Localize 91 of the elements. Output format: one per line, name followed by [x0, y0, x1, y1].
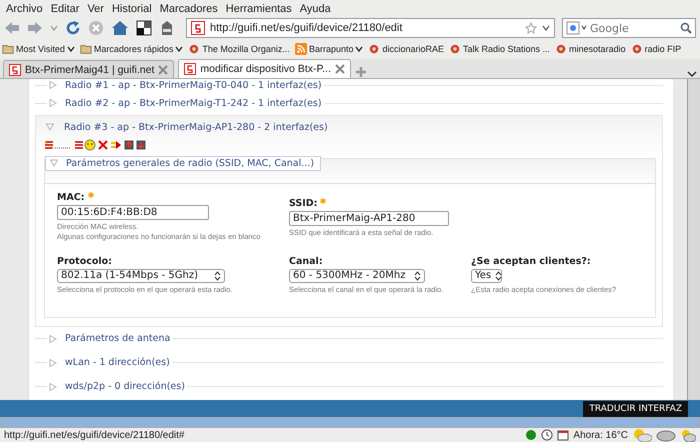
url-text: http://guifi.net/es/guifi/device/21180/edit: [210, 22, 402, 34]
expand-triangle-icon[interactable]: [49, 334, 57, 342]
fieldset-legend[interactable]: Parámetros generales de radio (SSID, MAC, Canal...): [45, 156, 322, 170]
section-toggle-link[interactable]: Radio #3 - ap - Btx-PrimerMaig-AP1-280 - 2 interfaz(es): [64, 122, 330, 132]
search-input[interactable]: Google: [590, 22, 678, 34]
folder-icon: [80, 43, 92, 55]
field-label: SSID:: [289, 198, 318, 208]
bookmark-item[interactable]: Talk Radio Stations ...: [449, 43, 550, 55]
text-field[interactable]: Btx-PrimerMaig-AP1-280: [289, 210, 449, 226]
menu-item[interactable]: Marcadores: [156, 2, 222, 14]
site-icon: [188, 43, 200, 55]
spinner-arrows-icon: [495, 270, 502, 280]
weather-text: Ahora: 16°C: [573, 430, 628, 440]
menu-item[interactable]: Editar: [46, 2, 84, 14]
bookmark-item[interactable]: minesotaradio: [555, 43, 626, 55]
move-arrow-icon[interactable]: [110, 140, 122, 150]
menu-item[interactable]: Archivo: [2, 2, 47, 14]
vertical-scrollbar[interactable]: [687, 79, 700, 400]
back-icon[interactable]: [4, 21, 20, 35]
bookmark-item[interactable]: radio FIP: [630, 43, 682, 55]
site-icon: [368, 43, 380, 55]
stop-icon[interactable]: [88, 20, 104, 36]
horizontal-scrollbar[interactable]: [0, 417, 700, 428]
translate-button[interactable]: TRADUCIR INTERFAZ: [583, 400, 688, 416]
close-icon[interactable]: [158, 64, 168, 74]
home-icon[interactable]: [111, 20, 129, 36]
interface-ip-icon[interactable]: [44, 140, 72, 150]
move-up-icon[interactable]: [124, 140, 134, 150]
expand-triangle-icon[interactable]: [49, 81, 57, 89]
address-field[interactable]: http://guifi.net/es/guifi/device/21180/edit: [186, 18, 555, 38]
calendar-icon: [557, 429, 570, 441]
site-icon: [184, 63, 196, 75]
menu-item[interactable]: Herramientas: [222, 2, 296, 14]
field-label: ¿Se aceptan clientes?:: [471, 256, 591, 266]
site-icon: [449, 43, 461, 55]
clock-icon: [541, 429, 554, 441]
select-dropdown[interactable]: Yes: [471, 268, 502, 282]
tab-list-icon[interactable]: [687, 70, 697, 78]
field-label: Canal:: [289, 256, 323, 266]
forward-icon[interactable]: [27, 21, 43, 35]
collapse-triangle-icon[interactable]: [50, 159, 58, 167]
site-icon: [555, 43, 568, 55]
spinner-arrows-icon: [214, 270, 221, 280]
expand-triangle-icon[interactable]: [49, 382, 57, 390]
status-dot-icon: [525, 429, 538, 441]
menu-item[interactable]: Ver: [83, 2, 108, 14]
bookmark-item[interactable]: Most Visited: [2, 43, 75, 55]
move-down-icon[interactable]: [136, 140, 146, 150]
field-label: Protocolo:: [57, 256, 112, 266]
collapse-triangle-icon[interactable]: [46, 123, 54, 131]
spinner-arrows-icon: [414, 270, 421, 280]
browser-tab[interactable]: modificar dispositivo Btx-P...: [178, 59, 351, 78]
site-icon: [9, 64, 21, 76]
sun-cloud-icon: [632, 428, 652, 442]
expand-triangle-icon[interactable]: [49, 99, 57, 107]
bookmark-item[interactable]: diccionarioRAE: [368, 43, 444, 55]
section-toggle-link[interactable]: Radio #2 - ap - Btx-PrimerMaig-T1-242 - 1 interfaz(es): [65, 98, 324, 108]
bookmark-item[interactable]: Marcadores rápidos: [80, 43, 184, 55]
site-icon: [630, 43, 643, 55]
new-tab-icon[interactable]: [354, 66, 367, 78]
menu-item[interactable]: Historial: [108, 2, 156, 14]
tag-icon[interactable]: [159, 20, 175, 36]
text-field[interactable]: 00:15:6D:F4:BB:D8: [57, 204, 209, 220]
browser-tab[interactable]: Btx-PrimerMaig41 | guifi.net: [3, 60, 174, 78]
add-interface-icon[interactable]: [74, 139, 96, 151]
bookmark-star-icon[interactable]: [525, 22, 537, 34]
site-icon: [191, 21, 205, 35]
menu-item[interactable]: Ayuda: [296, 2, 335, 14]
folder-icon: [2, 43, 14, 55]
section-toggle-link[interactable]: Parámetros de antena: [65, 333, 172, 344]
toolbar-icon[interactable]: [136, 20, 152, 36]
select-dropdown[interactable]: 60 - 5300MHz - 20Mhz: [289, 268, 425, 282]
bookmark-item[interactable]: The Mozilla Organiz...: [188, 43, 290, 55]
delete-icon[interactable]: [98, 140, 108, 150]
section-toggle-link[interactable]: wLan - 1 dirección(es): [65, 357, 172, 368]
sun-cloud-icon: [680, 428, 696, 442]
search-field[interactable]: Google: [562, 18, 696, 38]
search-icon[interactable]: [680, 22, 692, 34]
reload-icon[interactable]: [65, 20, 81, 36]
select-dropdown[interactable]: 802.11a (1-54Mbps - 5Ghz): [57, 268, 225, 282]
section-toggle-link[interactable]: wds/p2p - 0 dirección(es): [65, 381, 187, 392]
expand-triangle-icon[interactable]: [49, 358, 57, 366]
field-label: MAC:: [57, 192, 85, 202]
status-url: http://guifi.net/es/guifi/device/21180/edit#: [4, 430, 184, 440]
cloud-icon: [656, 428, 676, 442]
search-engine-icon[interactable]: [566, 21, 588, 35]
dropdown-icon[interactable]: [542, 25, 550, 31]
bookmark-item[interactable]: Barrapunto: [294, 43, 364, 55]
close-icon[interactable]: [334, 64, 345, 74]
feed-icon: [294, 43, 307, 55]
section-toggle-link[interactable]: Radio #1 - ap - Btx-PrimerMaig-T0-040 - 1 interfaz(es): [65, 80, 324, 90]
